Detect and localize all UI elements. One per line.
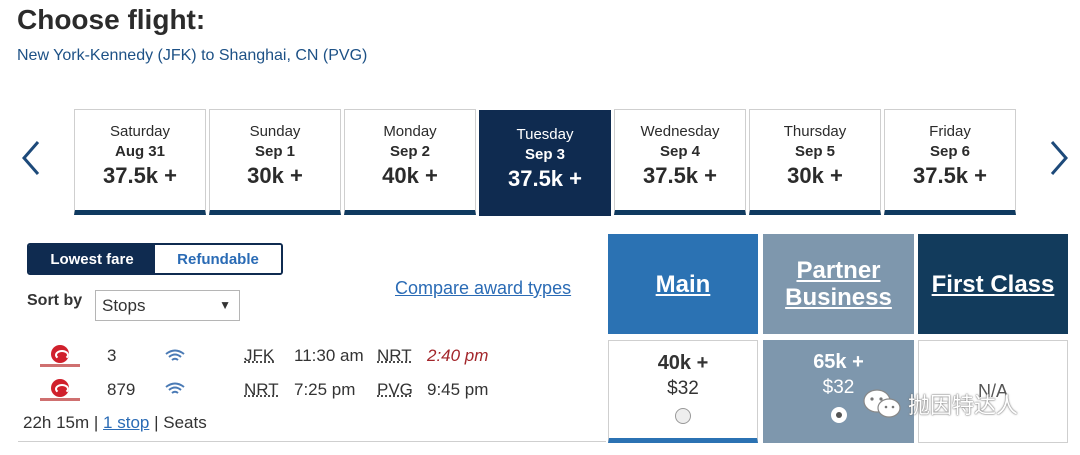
date-card-date: Sep 4	[659, 143, 701, 160]
date-card-sep-1[interactable]: Sunday Sep 1 30k +	[209, 109, 341, 215]
next-dates-button[interactable]	[1044, 138, 1074, 178]
sort-label: Sort by	[27, 292, 83, 309]
sort-select-value: Stops	[102, 295, 146, 315]
arrival-time: 9:45 pm	[427, 380, 489, 399]
date-card-date: Sep 5	[794, 143, 836, 160]
fare-radio-main[interactable]	[675, 408, 691, 424]
airline-logo-icon	[40, 379, 80, 405]
date-card-sep-5[interactable]: Thursday Sep 5 30k +	[749, 109, 881, 215]
cabin-header-partner-business-label: Partner Business	[785, 257, 892, 311]
lowest-fare-toggle[interactable]: Lowest fare	[29, 245, 155, 273]
date-card-price: 37.5k +	[102, 163, 177, 188]
cabin-header-partner-business[interactable]: Partner Business	[763, 234, 914, 334]
cabin-header-first-class[interactable]: First Class	[918, 234, 1068, 334]
refundable-toggle[interactable]: Refundable	[155, 245, 281, 273]
date-card-price: 40k +	[382, 163, 438, 188]
date-card-sep-3-selected[interactable]: Tuesday Sep 3 37.5k +	[479, 110, 611, 216]
date-card-price: 30k +	[787, 163, 843, 188]
date-card-sep-2[interactable]: Monday Sep 2 40k +	[344, 109, 476, 215]
origin-code[interactable]: JFK	[244, 346, 274, 366]
date-card-price: 37.5k +	[507, 166, 582, 191]
fare-miles: 40k +	[657, 352, 709, 374]
previous-dates-button[interactable]	[16, 138, 46, 178]
date-card-date: Sep 1	[254, 143, 296, 160]
date-card-day: Friday	[929, 123, 971, 140]
seats-link[interactable]: Seats	[163, 413, 206, 432]
fare-type-toggle: Lowest fare Refundable	[27, 243, 283, 275]
row-divider	[18, 441, 606, 442]
departure-time: 7:25 pm	[294, 380, 356, 399]
watermark-text: 抛因特达人	[908, 394, 1019, 419]
date-card-date: Aug 31	[114, 143, 165, 160]
flight-number[interactable]: 3	[107, 346, 116, 366]
fare-miles: 65k +	[813, 351, 864, 373]
date-card-price: 37.5k +	[642, 163, 717, 188]
departure-time: 11:30 am	[294, 346, 364, 365]
chevron-right-icon	[1050, 141, 1068, 175]
date-card-price: 37.5k +	[912, 163, 987, 188]
flight-summary: 22h 15m | 1 stop | Seats	[23, 413, 207, 433]
wifi-icon	[165, 349, 185, 361]
wechat-icon	[863, 389, 901, 418]
date-card-day: Saturday	[109, 123, 171, 140]
duration-text: 22h 15m	[23, 413, 90, 432]
date-card-sep-4[interactable]: Wednesday Sep 4 37.5k +	[614, 109, 746, 215]
compare-award-types-link[interactable]: Compare award types	[395, 278, 571, 299]
date-card-date: Sep 6	[929, 143, 971, 160]
sort-select[interactable]: Stops ▼	[95, 290, 240, 321]
origin-code[interactable]: NRT	[244, 380, 279, 400]
wifi-icon	[165, 382, 185, 394]
fare-cell-main[interactable]: 40k + $32	[608, 340, 758, 443]
cabin-header-main[interactable]: Main	[608, 234, 758, 334]
date-card-day: Thursday	[783, 123, 847, 140]
separator: |	[154, 413, 164, 432]
date-card-date: Sep 3	[524, 146, 566, 163]
caret-down-icon: ▼	[219, 298, 231, 312]
date-card-day: Monday	[383, 123, 437, 140]
destination-code[interactable]: PVG	[377, 380, 413, 400]
fare-cash: $32	[667, 378, 699, 399]
date-card-sep-6[interactable]: Friday Sep 6 37.5k +	[884, 109, 1016, 215]
airline-logo-icon	[40, 345, 80, 371]
chevron-left-icon	[22, 141, 40, 175]
separator: |	[93, 413, 104, 432]
watermark: 抛因特达人	[862, 388, 1018, 420]
route-subtitle: New York-Kennedy (JFK) to Shanghai, CN (…	[17, 47, 368, 64]
date-card-date: Sep 2	[389, 143, 431, 160]
date-card-price: 30k +	[247, 163, 303, 188]
date-card-day: Tuesday	[516, 126, 574, 143]
flight-number[interactable]: 879	[107, 380, 135, 400]
date-card-aug-31[interactable]: Saturday Aug 31 37.5k +	[74, 109, 206, 215]
fare-radio-partner-business[interactable]	[830, 407, 847, 423]
date-card-day: Sunday	[249, 123, 301, 140]
stops-link[interactable]: 1 stop	[103, 413, 149, 432]
arrival-time: 2:40 pm	[427, 346, 489, 365]
destination-code[interactable]: NRT	[377, 346, 412, 366]
date-card-day: Wednesday	[640, 123, 720, 140]
page-title: Choose flight:	[17, 4, 206, 35]
